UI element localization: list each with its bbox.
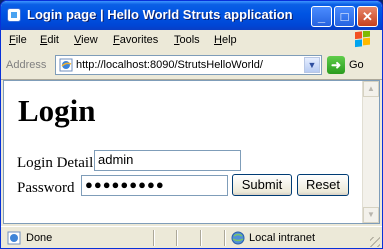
ie-page-icon [7, 8, 21, 22]
menu-view[interactable]: View [74, 34, 98, 46]
menu-file[interactable]: File [9, 34, 27, 46]
page-done-icon [7, 231, 21, 245]
minimize-button[interactable]: _ [311, 6, 332, 27]
password-field[interactable]: ●●●●●●●●● [81, 175, 228, 196]
go-arrow-icon: ➜ [327, 56, 345, 74]
menu-favorites[interactable]: Favorites [113, 34, 158, 46]
address-url: http://localhost:8090/StrutsHelloWorld/ [76, 59, 263, 71]
maximize-button[interactable]: □ [334, 6, 355, 27]
password-label: Password [17, 180, 75, 196]
menu-tools[interactable]: Tools [174, 34, 200, 46]
reset-button[interactable]: Reset [297, 174, 349, 196]
status-bar: Done Local intranet [1, 226, 382, 248]
menu-bar: File Edit View Favorites Tools Help [1, 30, 382, 53]
page-content: Login Login Detail admin Password ●●●●●●… [3, 80, 380, 224]
window-title: Login page | Hello World Struts applicat… [27, 7, 293, 22]
username-label: Login Detail [17, 155, 94, 171]
chevron-down-icon[interactable]: ▼ [304, 57, 320, 73]
ie-page-icon [59, 58, 73, 72]
security-zone: Local intranet [249, 232, 316, 244]
status-divider [153, 230, 155, 246]
windows-flag-icon [355, 31, 370, 48]
address-label: Address [6, 59, 47, 71]
status-divider [200, 230, 202, 246]
resize-grip-icon[interactable] [370, 237, 380, 247]
title-bar[interactable]: Login page | Hello World Struts applicat… [1, 1, 382, 30]
username-field[interactable]: admin [94, 150, 241, 171]
menu-help[interactable]: Help [214, 34, 237, 46]
vertical-scrollbar[interactable]: ▲ ▼ [362, 81, 379, 223]
close-button[interactable]: ✕ [357, 6, 378, 27]
go-button[interactable]: ➜ Go [327, 56, 381, 76]
address-bar: Address http://localhost:8090/StrutsHell… [1, 52, 382, 80]
status-divider [176, 230, 178, 246]
status-divider [224, 230, 226, 246]
intranet-globe-icon [231, 231, 245, 245]
menu-edit[interactable]: Edit [40, 34, 59, 46]
address-input[interactable]: http://localhost:8090/StrutsHelloWorld/ … [55, 55, 322, 75]
browser-window: Login page | Hello World Struts applicat… [0, 0, 383, 249]
scroll-up-icon[interactable]: ▲ [363, 81, 379, 97]
scroll-down-icon[interactable]: ▼ [363, 207, 379, 223]
go-label: Go [349, 59, 364, 71]
status-text: Done [26, 232, 53, 244]
submit-button[interactable]: Submit [232, 174, 292, 196]
page-title: Login [18, 93, 96, 128]
